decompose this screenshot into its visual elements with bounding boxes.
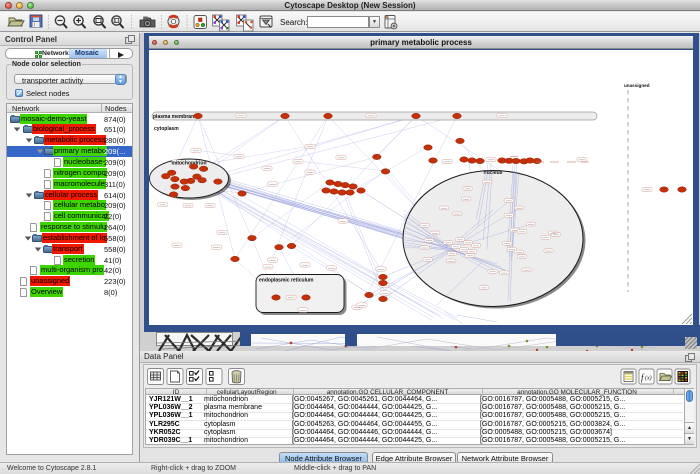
svg-text:endoplasmic reticulum: endoplasmic reticulum [259, 278, 314, 284]
svg-text:mitochondrion: mitochondrion [172, 161, 207, 167]
svg-text:(x): (x) [645, 375, 652, 382]
svg-text:nucleus: nucleus [484, 170, 503, 176]
svg-text:cytoplasm: cytoplasm [154, 126, 179, 132]
svg-text:unassigned: unassigned [624, 83, 650, 88]
svg-text:plasma membrane: plasma membrane [153, 114, 197, 120]
svg-text:1:1: 1:1 [115, 19, 120, 23]
